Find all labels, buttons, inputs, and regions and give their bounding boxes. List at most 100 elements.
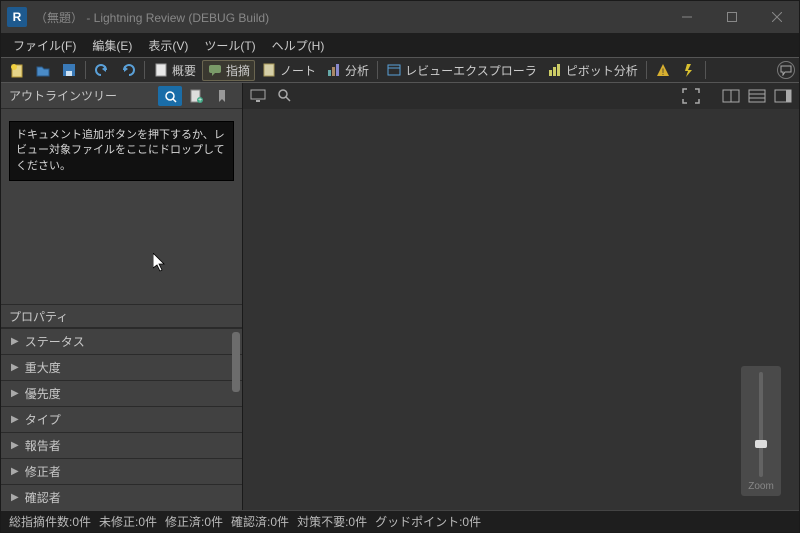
app-icon: R	[7, 7, 27, 27]
outline-header: アウトラインツリー +	[1, 83, 242, 109]
prop-row-reporter[interactable]: ▶ 報告者	[1, 432, 242, 458]
bookmark-icon[interactable]	[210, 86, 234, 106]
canvas[interactable]: Zoom	[243, 109, 799, 510]
prop-row-type[interactable]: ▶ タイプ	[1, 406, 242, 432]
chevron-right-icon: ▶	[11, 388, 19, 399]
chevron-right-icon: ▶	[11, 414, 19, 425]
balloon-button[interactable]	[777, 61, 795, 79]
refresh-icon[interactable]	[158, 86, 182, 106]
right-panel: Zoom	[243, 83, 799, 510]
separator-icon	[85, 61, 86, 79]
chevron-right-icon: ▶	[11, 492, 19, 503]
minimize-button[interactable]	[664, 2, 709, 32]
chevron-right-icon: ▶	[11, 466, 19, 477]
add-document-icon[interactable]: +	[184, 86, 208, 106]
zoom-slider[interactable]: Zoom	[741, 366, 781, 496]
prop-row-status[interactable]: ▶ステータス	[1, 328, 242, 354]
maximize-button[interactable]	[709, 2, 754, 32]
window-title: （無題） - Lightning Review (DEBUG Build)	[35, 9, 664, 26]
pivot-analysis-button[interactable]: ピボット分析	[543, 61, 642, 80]
properties-list: ▶ステータス ▶ 重大度 ▶ 優先度 ▶ タイプ ▶ 報告者 ▶ 修正者 ▶ 確認者	[1, 328, 242, 510]
zoom-thumb[interactable]	[755, 440, 767, 448]
prop-label: 優先度	[25, 385, 61, 402]
prop-label: 報告者	[25, 437, 61, 454]
fullscreen-icon[interactable]	[681, 87, 701, 105]
document-icon	[153, 62, 169, 78]
pointout-button[interactable]: 指摘	[202, 60, 255, 81]
status-unneeded: 対策不要:0件	[297, 513, 367, 530]
menu-edit[interactable]: 編集(E)	[84, 35, 140, 56]
outline-title: アウトラインツリー	[9, 87, 117, 104]
properties-title: プロパティ	[9, 308, 68, 325]
separator-icon	[646, 61, 647, 79]
menu-file[interactable]: ファイル(F)	[5, 35, 84, 56]
status-unfixed: 未修正:0件	[99, 513, 157, 530]
properties-scrollbar[interactable]	[232, 332, 240, 392]
menu-tool[interactable]: ツール(T)	[196, 35, 263, 56]
close-button[interactable]	[754, 2, 799, 32]
body: アウトラインツリー + ドキュメント追加ボタンを押下するか、レビュー対象ファイル…	[1, 83, 799, 510]
left-panel: アウトラインツリー + ドキュメント追加ボタンを押下するか、レビュー対象ファイル…	[1, 83, 243, 510]
monitor-icon[interactable]	[249, 87, 269, 105]
warning-button[interactable]: !	[651, 61, 675, 79]
outline-body[interactable]: ドキュメント追加ボタンを押下するか、レビュー対象ファイルをここにドロップしてくだ…	[1, 109, 242, 304]
prop-row-confirmer[interactable]: ▶ 確認者	[1, 484, 242, 510]
menu-view[interactable]: 表示(V)	[140, 35, 196, 56]
prop-row-fixer[interactable]: ▶ 修正者	[1, 458, 242, 484]
pivot-icon	[547, 62, 563, 78]
redo-icon	[120, 62, 136, 78]
prop-label: タイプ	[25, 411, 61, 428]
prop-label: 確認者	[25, 489, 61, 506]
layout-list-icon[interactable]	[747, 87, 767, 105]
status-total: 総指摘件数:0件	[9, 513, 91, 530]
review-explorer-label: レビューエクスプローラ	[405, 62, 537, 79]
review-explorer-button[interactable]: レビューエクスプローラ	[382, 61, 541, 80]
separator-icon	[377, 61, 378, 79]
properties-header: プロパティ	[1, 304, 242, 328]
layout-sidebar-icon[interactable]	[773, 87, 793, 105]
undo-icon	[94, 62, 110, 78]
warning-icon: !	[655, 62, 671, 78]
folder-open-icon	[35, 62, 51, 78]
chevron-right-icon: ▶	[11, 362, 19, 373]
prop-row-severity[interactable]: ▶ 重大度	[1, 354, 242, 380]
overview-button[interactable]: 概要	[149, 61, 200, 80]
note-label: ノート	[280, 62, 316, 79]
new-button[interactable]	[5, 61, 29, 79]
analysis-button[interactable]: 分析	[322, 61, 373, 80]
drop-message: ドキュメント追加ボタンを押下するか、レビュー対象ファイルをここにドロップしてくだ…	[9, 121, 234, 181]
redo-button[interactable]	[116, 61, 140, 79]
save-button[interactable]	[57, 61, 81, 79]
prop-row-priority[interactable]: ▶ 優先度	[1, 380, 242, 406]
new-icon	[9, 62, 25, 78]
prop-label: 修正者	[25, 463, 61, 480]
flash-button[interactable]	[677, 61, 701, 79]
undo-button[interactable]	[90, 61, 114, 79]
window: R （無題） - Lightning Review (DEBUG Build) …	[0, 0, 800, 533]
window-controls	[664, 2, 799, 32]
cursor-icon	[153, 253, 167, 273]
status-bar: 総指摘件数:0件 未修正:0件 修正済:0件 確認済:0件 対策不要:0件 グッ…	[1, 510, 799, 532]
prop-label: ステータス	[25, 333, 85, 350]
svg-text:!: !	[661, 67, 664, 77]
zoom-track[interactable]	[759, 372, 763, 477]
open-button[interactable]	[31, 61, 55, 79]
search-icon[interactable]	[275, 87, 295, 105]
prop-label: 重大度	[25, 359, 61, 376]
separator-icon	[144, 61, 145, 79]
svg-text:+: +	[198, 97, 202, 103]
menu-bar: ファイル(F) 編集(E) 表示(V) ツール(T) ヘルプ(H)	[1, 33, 799, 57]
note-button[interactable]: ノート	[257, 61, 320, 80]
chart-icon	[326, 62, 342, 78]
pivot-analysis-label: ピボット分析	[566, 62, 638, 79]
layout-split-icon[interactable]	[721, 87, 741, 105]
explorer-icon	[386, 62, 402, 78]
chevron-right-icon: ▶	[11, 440, 19, 451]
right-toolbar	[243, 83, 799, 109]
menu-help[interactable]: ヘルプ(H)	[264, 35, 333, 56]
comment-icon	[207, 62, 223, 78]
status-fixed: 修正済:0件	[165, 513, 223, 530]
flash-icon	[681, 62, 697, 78]
status-confirmed: 確認済:0件	[231, 513, 289, 530]
title-bar: R （無題） - Lightning Review (DEBUG Build)	[1, 1, 799, 33]
